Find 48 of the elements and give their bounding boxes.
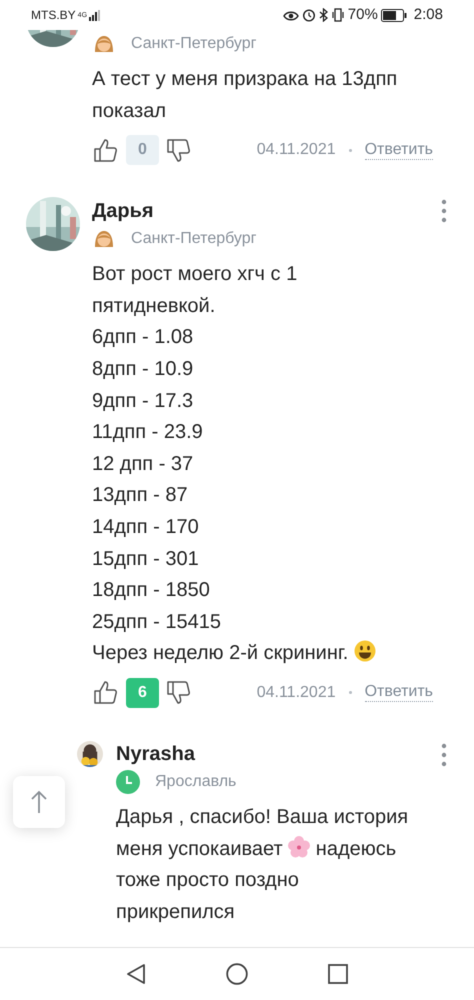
comment-date: 04.11.2021	[256, 682, 336, 703]
comment-text: Через неделю 2-й скрининг.	[92, 638, 426, 670]
more-options-icon[interactable]	[441, 742, 447, 767]
comment-text: 11дпп - 23.9	[92, 420, 204, 446]
comment-text: А тест у меня призрака на 13дпп показал	[92, 67, 398, 124]
reply-link[interactable]: Ответить	[364, 140, 433, 160]
author-name[interactable]: Дарья	[92, 197, 426, 226]
reply-link[interactable]: Ответить	[364, 683, 433, 702]
comment-text: 12 дпп - 37	[92, 452, 194, 477]
comment-text: Вот рост моего хгч с 1 пятидневкой.	[92, 262, 298, 319]
flower-icon	[288, 836, 310, 858]
like-count: 6	[126, 678, 159, 708]
alarm-icon	[302, 8, 316, 22]
back-icon[interactable]	[126, 963, 146, 985]
comment-text: Дарья , спасибо! Ваша история меня успокаивает надеюсь тоже просто поздно прикрепился	[116, 804, 410, 925]
eye-icon	[282, 9, 299, 21]
comment-text: 6дпп - 1.08	[92, 325, 194, 350]
comment-text: 14дпп - 170	[92, 514, 200, 540]
location-label: Ярославль	[155, 772, 236, 792]
comment-text: 13дпп - 87	[92, 483, 189, 508]
arrow-up-icon	[31, 790, 47, 814]
thumbs-up-icon[interactable]	[92, 136, 119, 164]
comment-text: 25дпп - 15415	[92, 610, 222, 635]
more-options-icon[interactable]	[441, 199, 447, 224]
battery-percent: 70%	[348, 4, 378, 25]
bluetooth-icon	[318, 8, 328, 22]
smiley-icon	[354, 640, 376, 662]
comment-text: 15дпп - 301	[92, 546, 200, 572]
thumbs-down-icon[interactable]	[165, 136, 192, 164]
location-label: Санкт-Петербург	[131, 34, 256, 54]
comment-text: 9дпп - 17.3	[92, 388, 194, 414]
clock-icon	[116, 770, 140, 794]
comment-text: 8дпп - 10.9	[92, 356, 194, 382]
clock-time: 2:08	[414, 4, 443, 25]
thumbs-down-icon[interactable]	[165, 679, 192, 706]
author-name[interactable]: Nyrasha	[116, 740, 416, 768]
thumbs-up-icon[interactable]	[92, 679, 119, 706]
vibrate-icon	[330, 8, 345, 22]
scroll-to-top-button[interactable]	[13, 776, 65, 828]
signal-icon	[89, 10, 102, 20]
home-icon[interactable]	[226, 963, 248, 985]
carrier-label: MTS.BY	[31, 7, 76, 24]
comment-text: 18дпп - 1850	[92, 578, 211, 604]
location-label: Санкт-Петербург	[131, 229, 256, 250]
battery-icon	[380, 8, 407, 22]
like-count: 0	[126, 135, 159, 166]
recent-apps-icon[interactable]	[328, 964, 348, 984]
comment-date: 04.11.2021	[256, 140, 336, 160]
